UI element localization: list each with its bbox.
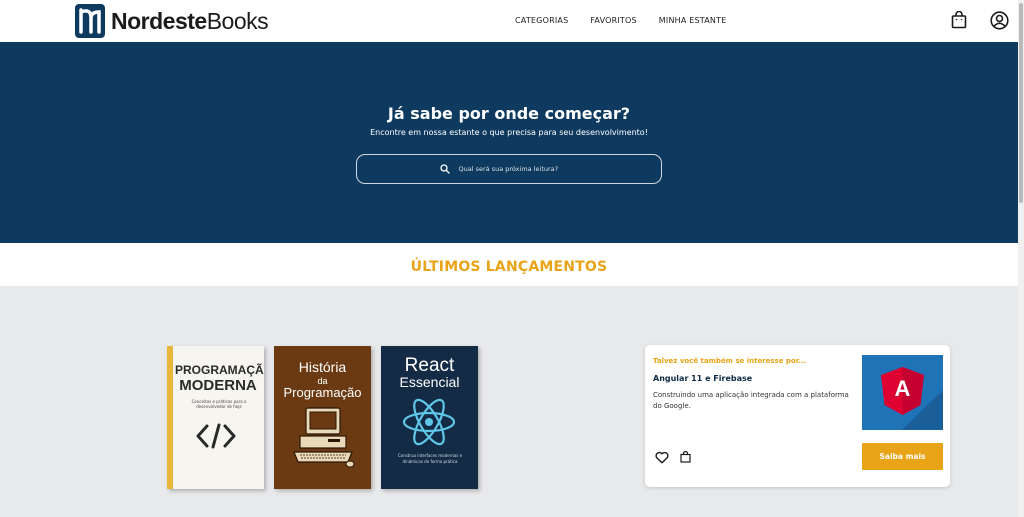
card-book-image[interactable]: A: [862, 355, 943, 430]
book-spine: [167, 346, 173, 489]
book-title-line1: PROGRAMAÇÃO: [175, 363, 264, 377]
nav-minha-estante[interactable]: MINHA ESTANTE: [659, 16, 727, 25]
react-atom-icon: [402, 398, 456, 446]
book-cover-programacao-moderna[interactable]: PROGRAMAÇÃO MODERNA Conceitos e práticas…: [167, 346, 264, 489]
main-nav: CATEGORIAS FAVORITOS MINHA ESTANTE: [515, 16, 726, 25]
nav-categorias[interactable]: CATEGORIAS: [515, 16, 568, 25]
card-title[interactable]: Angular 11 e Firebase: [653, 374, 752, 383]
top-header: NordesteBooks CATEGORIAS FAVORITOS MINHA…: [0, 0, 1018, 42]
section-title: ÚLTIMOS LANÇAMENTOS: [410, 259, 608, 275]
heart-icon[interactable]: [655, 451, 669, 464]
card-kicker: Talvez você também se interesse por...: [653, 357, 807, 365]
scrollbar-thumb[interactable]: [1019, 3, 1023, 203]
shopping-bag-icon[interactable]: [951, 11, 967, 29]
code-brackets-icon: [196, 423, 236, 449]
logo-mark-icon: [75, 4, 105, 38]
book-title-line3: Programação: [283, 385, 362, 400]
logo-text: NordesteBooks: [111, 7, 269, 34]
book-cover-react-essencial[interactable]: React Essencial Construa interfaces mode…: [381, 346, 478, 489]
logo-text-bold: Nordeste: [111, 7, 207, 34]
logo[interactable]: NordesteBooks: [75, 4, 269, 38]
card-description: Construindo uma aplicação integrada com …: [653, 391, 849, 410]
search-icon: [439, 164, 450, 174]
book-subtitle: Conceitos e práticas para o desenvolvedo…: [191, 399, 247, 409]
hero-subtitle: Encontre em nossa estante o que precisa …: [370, 128, 648, 137]
book-title-line2: MODERNA: [179, 377, 257, 394]
hero-banner: Já sabe por onde começar? Encontre em no…: [0, 42, 1018, 243]
recommendation-card: Talvez você também se interesse por... A…: [645, 345, 950, 487]
book-cover-historia-da-programacao[interactable]: História da Programação: [274, 346, 371, 489]
book-subtitle: Construa interfaces modernas e dinâmicas…: [397, 453, 463, 464]
book-title-line1: História: [298, 359, 347, 375]
logo-text-light: Books: [206, 7, 269, 34]
saiba-mais-button[interactable]: Saiba mais: [862, 443, 943, 470]
retro-computer-icon: [293, 407, 355, 468]
search-box[interactable]: [356, 154, 662, 184]
user-circle-icon[interactable]: [990, 11, 1009, 30]
page-scrollbar[interactable]: [1018, 0, 1024, 517]
book-title-line1: React: [404, 355, 455, 376]
search-input[interactable]: [458, 165, 579, 173]
book-title-line2: Essencial: [399, 374, 460, 390]
shopping-bag-icon[interactable]: [680, 451, 691, 463]
nav-favoritos[interactable]: FAVORITOS: [590, 16, 636, 25]
angular-logo-letter: A: [894, 376, 911, 401]
hero-title: Já sabe por onde começar?: [387, 104, 631, 123]
